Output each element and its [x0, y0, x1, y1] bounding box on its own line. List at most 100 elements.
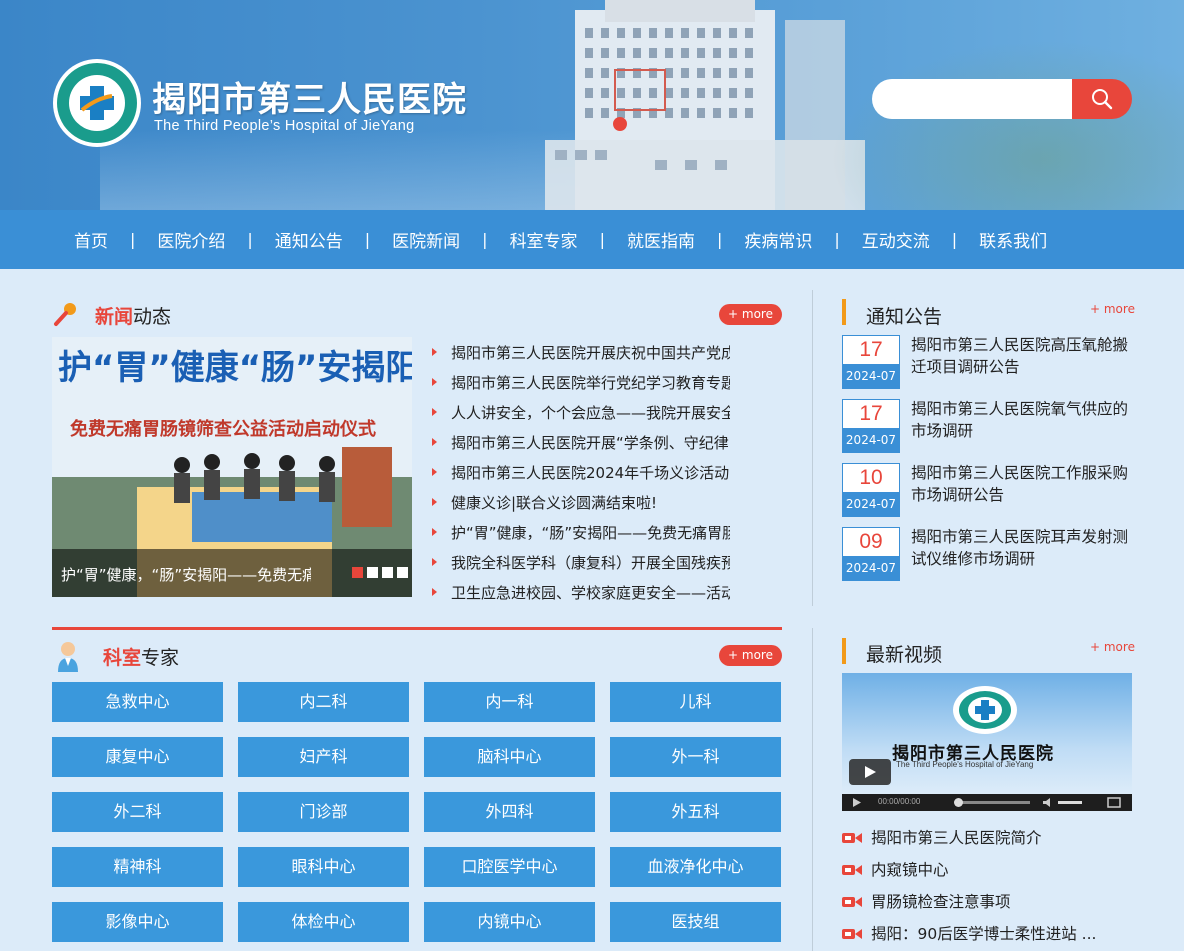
department-button[interactable]: 外二科 [52, 792, 223, 832]
nav-item-diseases[interactable]: 疾病常识 [744, 227, 812, 252]
news-list-item[interactable]: 揭阳市第三人民医院开展庆祝中国共产党成立103周年系列活动 [430, 340, 730, 370]
department-button[interactable]: 内镜中心 [424, 902, 595, 942]
volume-icon[interactable] [1042, 797, 1054, 808]
department-button[interactable]: 外一科 [610, 737, 781, 777]
video-player[interactable]: 揭阳市第三人民医院 The Third People's Hospital of… [842, 673, 1132, 811]
news-more-button[interactable]: + more [719, 304, 782, 325]
department-button[interactable]: 外四科 [424, 792, 595, 832]
news-list-item[interactable]: 揭阳市第三人民医院2024年千场义诊活动 [430, 460, 730, 490]
video-play-button[interactable] [849, 759, 891, 785]
news-list-item[interactable]: 人人讲安全，个个会应急——我院开展安全生产月活动 [430, 400, 730, 430]
notice-date: 10 2024-07 [842, 463, 900, 517]
arrow-icon [432, 558, 437, 566]
video-progress-handle[interactable] [954, 798, 963, 807]
department-button[interactable]: 妇产科 [238, 737, 409, 777]
department-button[interactable]: 外五科 [610, 792, 781, 832]
search-button[interactable] [1072, 79, 1132, 119]
department-button[interactable]: 脑科中心 [424, 737, 595, 777]
carousel-dot[interactable] [352, 567, 363, 578]
section-divider-red [52, 627, 782, 630]
svg-text:护“胃”健康“肠”安揭阳: 护“胃”健康“肠”安揭阳 [58, 348, 412, 388]
news-list-item[interactable]: 健康义诊|联合义诊圆满结束啦! [430, 490, 730, 520]
main-nav: 首页 | 医院介绍 | 通知公告 | 医院新闻 | 科室专家 | 就医指南 | … [0, 210, 1184, 269]
department-button[interactable]: 体检中心 [238, 902, 409, 942]
nav-separator: | [599, 230, 605, 249]
nav-item-guide[interactable]: 就医指南 [627, 227, 695, 252]
play-icon [865, 766, 876, 778]
column-divider [812, 628, 813, 951]
notices-section-title: 通知公告 [866, 306, 943, 328]
department-button[interactable]: 医技组 [610, 902, 781, 942]
department-button[interactable]: 内二科 [238, 682, 409, 722]
nav-separator: | [834, 230, 840, 249]
site-title: 揭阳市第三人民医院 [152, 80, 467, 120]
nav-item-interaction[interactable]: 互动交流 [862, 227, 930, 252]
nav-separator: | [130, 230, 136, 249]
video-list-item[interactable]: 内窥镜中心 [842, 858, 1142, 890]
department-button[interactable]: 精神科 [52, 847, 223, 887]
volume-slider[interactable] [1058, 801, 1082, 804]
doctor-icon [58, 642, 78, 672]
news-caption-text: 护“胃”健康，“肠”安揭阳——免费无痛胃肠镜筛查 [61, 566, 311, 584]
section-bar [842, 299, 846, 325]
notice-date: 17 2024-07 [842, 335, 900, 389]
notice-title: 揭阳市第三人民医院高压氧舱搬迁项目调研公告 [911, 336, 1129, 376]
nav-item-departments[interactable]: 科室专家 [510, 227, 578, 252]
site-header: 揭阳市第三人民医院 The Third People’s Hospital of… [0, 0, 1184, 210]
header-bg-trees [830, 40, 1184, 210]
department-button[interactable]: 门诊部 [238, 792, 409, 832]
notice-title: 揭阳市第三人民医院耳声发射测试仪维修市场调研 [911, 528, 1129, 568]
video-camera-icon [842, 833, 862, 843]
video-progress-bar[interactable] [956, 801, 1030, 804]
nav-item-home[interactable]: 首页 [74, 227, 108, 252]
departments-more-button[interactable]: + more [719, 645, 782, 666]
department-button[interactable]: 康复中心 [52, 737, 223, 777]
site-subtitle: The Third People’s Hospital of JieYang [154, 118, 415, 134]
nav-item-contact[interactable]: 联系我们 [979, 227, 1047, 252]
play-small-icon[interactable] [852, 797, 862, 808]
department-button[interactable]: 急救中心 [52, 682, 223, 722]
department-button[interactable]: 血液净化中心 [610, 847, 781, 887]
carousel-dot[interactable] [367, 567, 378, 578]
video-list-item[interactable]: 揭阳市第三人民医院简介 [842, 826, 1142, 858]
carousel-dot[interactable] [382, 567, 393, 578]
arrow-icon [432, 438, 437, 446]
news-banner-text: 免费无痛胃肠镜筛查公益活动启动仪式 [70, 418, 376, 440]
video-time: 00:00/00:00 [878, 797, 921, 806]
notice-item[interactable]: 17 2024-07 揭阳市第三人民医院氧气供应的市场调研 [842, 399, 1132, 455]
department-button[interactable]: 影像中心 [52, 902, 223, 942]
nav-item-notices[interactable]: 通知公告 [275, 227, 343, 252]
news-list: 揭阳市第三人民医院开展庆祝中国共产党成立103周年系列活动 揭阳市第三人民医院举… [430, 340, 730, 610]
news-carousel[interactable]: 护“胃”健康“肠”安揭阳 免费无痛胃肠镜筛查公益活动启动仪式 护“胃”健康，“肠… [52, 337, 412, 597]
news-list-item[interactable]: 我院全科医学科（康复科）开展全国残疾预防日活动 [430, 550, 730, 580]
fullscreen-icon[interactable] [1107, 797, 1121, 808]
notices-more-link[interactable]: + more [1090, 302, 1135, 316]
header-bg-buildings [100, 130, 580, 210]
notice-title: 揭阳市第三人民医院工作服采购市场调研公告 [911, 464, 1129, 504]
department-button[interactable]: 口腔医学中心 [424, 847, 595, 887]
arrow-icon [432, 498, 437, 506]
news-list-item[interactable]: 揭阳市第三人民医院开展“学条例、守纪律”主题活动 [430, 430, 730, 460]
video-camera-icon [842, 897, 862, 907]
nav-item-news[interactable]: 医院新闻 [392, 227, 460, 252]
video-list-item[interactable]: 揭阳：90后医学博士柔性进站 ... [842, 922, 1142, 951]
news-list-item[interactable]: 揭阳市第三人民医院举行党纪学习教育专题党课 [430, 370, 730, 400]
column-divider [812, 290, 813, 606]
department-button[interactable]: 内一科 [424, 682, 595, 722]
videos-more-link[interactable]: + more [1090, 640, 1135, 654]
arrow-icon [432, 378, 437, 386]
video-list-item[interactable]: 胃肠镜检查注意事项 [842, 890, 1142, 922]
news-list-item[interactable]: 卫生应急进校园、学校家庭更安全——活动 [430, 580, 730, 610]
nav-item-about[interactable]: 医院介绍 [157, 227, 225, 252]
notice-item[interactable]: 09 2024-07 揭阳市第三人民医院耳声发射测试仪维修市场调研 [842, 527, 1132, 583]
department-button[interactable]: 眼科中心 [238, 847, 409, 887]
search-input[interactable] [872, 79, 1076, 119]
news-list-item[interactable]: 护“胃”健康，“肠”安揭阳——免费无痛胃肠镜筛查 [430, 520, 730, 550]
hospital-logo-icon [953, 686, 1017, 734]
carousel-dot[interactable] [397, 567, 408, 578]
notice-item[interactable]: 10 2024-07 揭阳市第三人民医院工作服采购市场调研公告 [842, 463, 1132, 519]
department-button[interactable]: 儿科 [610, 682, 781, 722]
section-bar [842, 638, 846, 664]
arrow-icon [432, 588, 437, 596]
notice-item[interactable]: 17 2024-07 揭阳市第三人民医院高压氧舱搬迁项目调研公告 [842, 335, 1132, 391]
